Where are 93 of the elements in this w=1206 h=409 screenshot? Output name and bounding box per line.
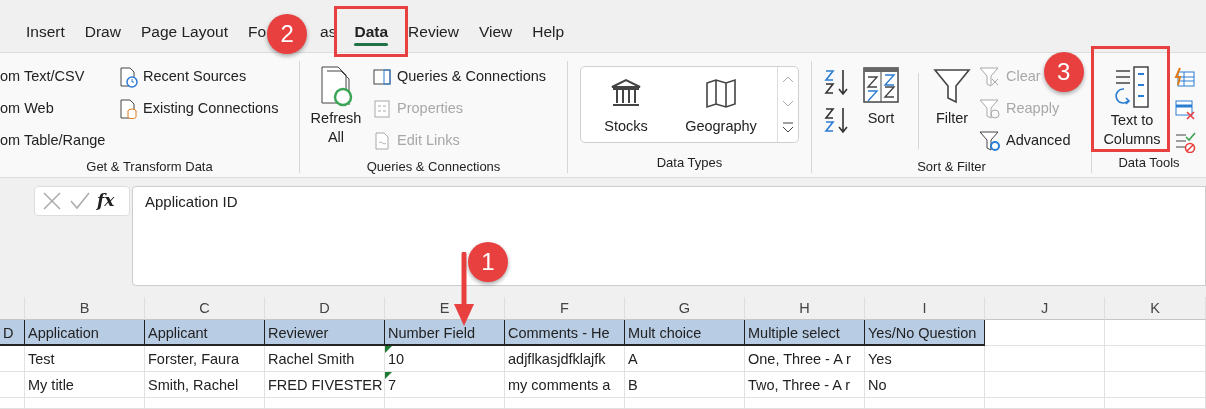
ribbon-command[interactable]: om Table/Range xyxy=(0,125,118,157)
expand-icon xyxy=(782,121,794,133)
column-header[interactable]: C xyxy=(145,297,265,320)
header-cell-text: Multiple select xyxy=(747,324,840,342)
table-cell-text: FRED FIVESTER xyxy=(267,376,383,394)
ribbon-tab[interactable]: Insert xyxy=(26,12,65,52)
funnel-clear-icon xyxy=(979,66,1001,88)
refresh-all-button[interactable]: Refresh All xyxy=(308,61,364,157)
chevron-down-icon xyxy=(782,98,794,108)
column-header[interactable]: E xyxy=(385,297,505,320)
table-cell-text: Test xyxy=(27,350,55,368)
cancel-icon xyxy=(41,190,63,212)
table-cell-text: B xyxy=(627,376,638,394)
column-header[interactable]: B xyxy=(25,297,145,320)
column-header[interactable]: J xyxy=(985,297,1105,320)
ribbon-command[interactable]: Queries & Connections xyxy=(372,61,547,93)
text-to-columns-button[interactable]: Text to Columns xyxy=(1096,61,1168,153)
column-header[interactable]: I xyxy=(865,297,985,320)
insert-function-button[interactable]: fx xyxy=(97,188,115,214)
ribbon-tab[interactable]: Review xyxy=(408,12,459,52)
map-icon xyxy=(704,77,738,109)
group-label: Data Types xyxy=(655,154,724,172)
column-header[interactable]: H xyxy=(745,297,865,320)
flash-fill-icon xyxy=(1174,66,1198,89)
group-label: Sort & Filter xyxy=(916,158,987,176)
group-label: Queries & Connections xyxy=(365,158,502,176)
ribbon-tab[interactable]: Fo xyxy=(248,12,267,52)
header-cell-text: Applicant xyxy=(147,324,208,342)
data-type-button[interactable]: Stocks xyxy=(581,67,671,142)
remove-duplicates-button[interactable] xyxy=(1174,97,1198,121)
header-cell-text: D xyxy=(2,324,14,342)
column-header[interactable]: F xyxy=(505,297,625,320)
empty-cell xyxy=(0,398,25,409)
header-cell-text: Comments - He xyxy=(507,324,610,342)
header-cell-text: Number Field xyxy=(387,324,476,342)
ribbon-tab[interactable]: Page Layout xyxy=(140,12,228,52)
table-cell-text: Forster, Faura xyxy=(147,350,240,368)
list-icon xyxy=(372,99,392,119)
table-cell-text: No xyxy=(867,376,887,394)
table-cell-text: A xyxy=(627,350,638,368)
chevron-up-icon xyxy=(782,74,794,84)
group-label: Data Tools xyxy=(1117,154,1181,172)
sort-button[interactable]: Sort xyxy=(856,67,906,157)
sort-descending-icon xyxy=(824,105,850,135)
sort-descending-button[interactable] xyxy=(824,105,850,135)
filter-button[interactable]: Filter xyxy=(929,67,975,157)
panel-icon xyxy=(372,67,392,87)
table-cell-text: my comments a xyxy=(507,376,611,394)
table-cell-text: 7 xyxy=(387,376,397,394)
funnel-refresh-icon xyxy=(979,98,1001,120)
data-type-button[interactable]: Geography xyxy=(671,67,771,142)
refresh-document-icon xyxy=(319,65,353,109)
ribbon-command[interactable]: om Text/CSV xyxy=(0,61,118,93)
ribbon-command[interactable]: Existing Connections xyxy=(118,93,279,125)
header-cell-text: Application xyxy=(27,324,99,342)
header-cell-text: Reviewer xyxy=(267,324,329,342)
remove-duplicates-icon xyxy=(1174,98,1198,121)
table-cell-text: Two, Three - A r xyxy=(747,376,851,394)
table-cell-text: One, Three - A r xyxy=(747,350,851,368)
column-header[interactable]: K xyxy=(1105,297,1206,320)
arrow-icon xyxy=(452,252,476,328)
step-badge: 2 xyxy=(267,14,308,54)
ribbon-tab[interactable]: Help xyxy=(532,12,565,52)
funnel-gear-icon xyxy=(979,130,1001,152)
flash-fill-button[interactable] xyxy=(1174,65,1198,89)
bank-icon xyxy=(609,77,643,109)
ribbon-command[interactable]: om Web xyxy=(0,93,118,125)
sort-ascending-icon xyxy=(824,67,850,97)
ribbon-command[interactable]: Advanced xyxy=(979,125,1071,157)
column-header[interactable]: D xyxy=(265,297,385,320)
link-document-icon xyxy=(372,131,392,151)
table-cell-text: adjflkasjdfklajfk xyxy=(507,350,606,368)
table-cell-text: Rachel Smith xyxy=(267,350,355,368)
check-icon xyxy=(69,190,91,212)
clock-document-icon xyxy=(118,66,138,88)
ribbon-command[interactable]: Recent Sources xyxy=(118,61,279,93)
ribbon-tab[interactable]: Data xyxy=(354,12,389,52)
ribbon-tab[interactable]: View xyxy=(478,12,513,52)
table-cell-text: Yes xyxy=(867,350,892,368)
database-document-icon xyxy=(118,98,138,120)
column-header[interactable]: G xyxy=(625,297,745,320)
ribbon-tab[interactable]: Draw xyxy=(84,12,121,52)
table-cell-text: My title xyxy=(27,376,74,394)
data-validation-icon xyxy=(1174,130,1198,153)
header-cell-text: Mult choice xyxy=(627,324,702,342)
sort-ascending-button[interactable] xyxy=(824,67,850,97)
text-split-icon xyxy=(1112,65,1152,111)
group-label: Get & Transform Data xyxy=(85,158,214,176)
header-cell-text: Yes/No Question xyxy=(867,324,977,342)
sort-grid-icon xyxy=(863,67,899,103)
table-cell-text: 10 xyxy=(387,350,405,368)
table-cell-text: Smith, Rachel xyxy=(147,376,239,394)
funnel-icon xyxy=(933,67,971,105)
